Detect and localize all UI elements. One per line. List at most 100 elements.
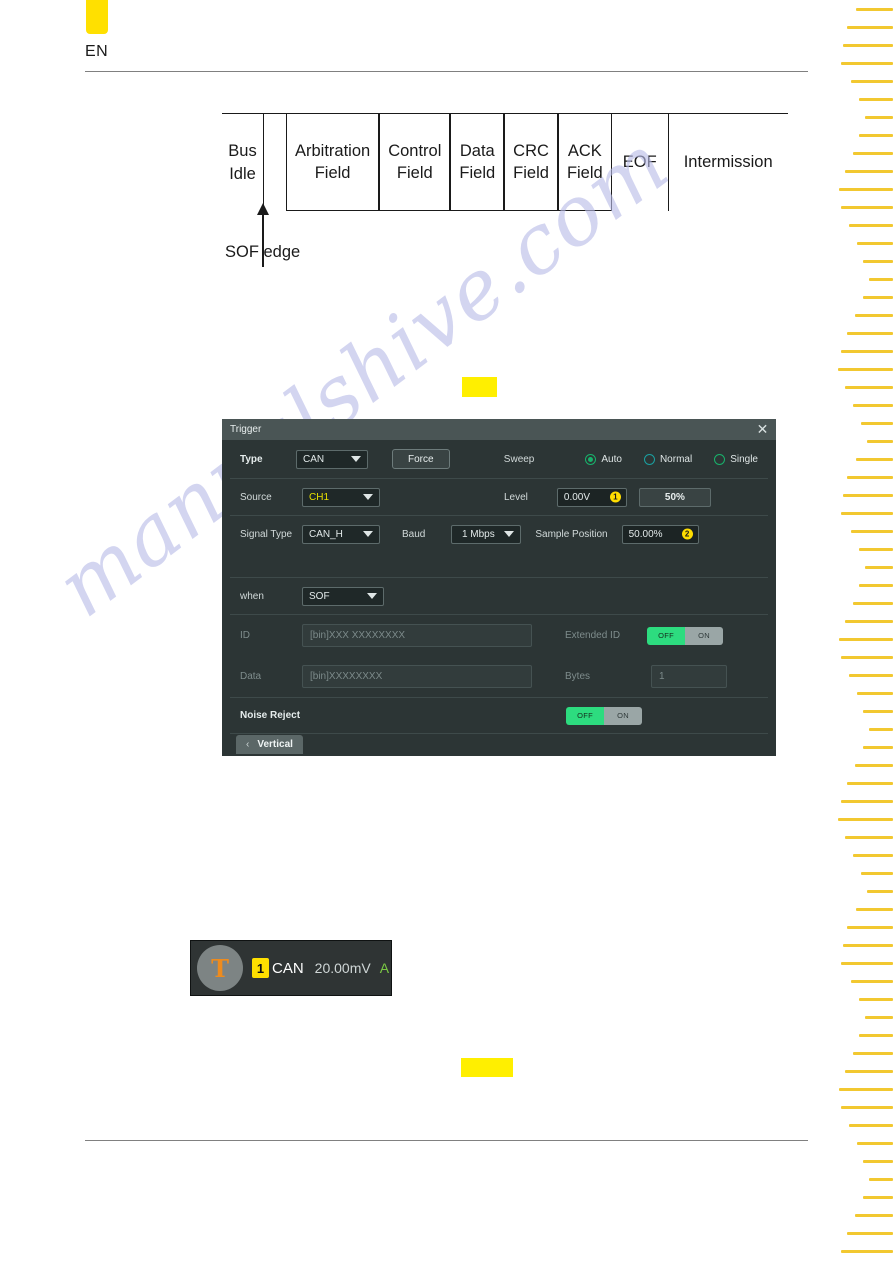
- vertical-scale-value: 20.00mV: [314, 960, 371, 976]
- level-50-percent-button[interactable]: 50%: [638, 487, 711, 507]
- force-button[interactable]: Force: [391, 449, 450, 469]
- ruler-dash: [841, 800, 893, 803]
- ruler-dash: [841, 1106, 893, 1109]
- ruler-dash: [851, 530, 893, 533]
- source-select[interactable]: CH1: [302, 487, 380, 507]
- level-input[interactable]: 0.00V 1: [556, 487, 627, 507]
- ruler-dash: [867, 890, 893, 893]
- noise-reject-toggle[interactable]: OFF ON: [566, 706, 643, 725]
- ruler-dash: [849, 1124, 893, 1127]
- ruler-dash: [865, 566, 893, 569]
- sweep-label: Sweep: [503, 453, 535, 465]
- ruler-dash: [845, 836, 893, 839]
- type-select[interactable]: CAN: [296, 449, 368, 469]
- ruler-dash: [867, 440, 893, 443]
- vertical-tab-button[interactable]: ‹ Vertical: [236, 735, 303, 754]
- header-divider: [85, 71, 808, 72]
- data-label: Data: [240, 671, 262, 682]
- ruler-dash: [861, 422, 893, 425]
- ruler-dash: [843, 44, 893, 47]
- type-label: Type: [240, 453, 263, 465]
- noise-reject-toggle-off[interactable]: OFF: [566, 706, 605, 725]
- ruler-dash: [859, 1034, 893, 1037]
- data-input[interactable]: [bin]XXXXXXXX: [302, 665, 532, 688]
- frame-cell-crc-field: CRC Field: [504, 113, 558, 211]
- sample-position-knob-badge: 2: [681, 528, 693, 540]
- ruler-dash: [843, 944, 893, 947]
- sample-position-input[interactable]: 50.00% 2: [621, 524, 699, 544]
- signal-type-select[interactable]: CAN_H: [302, 524, 380, 544]
- ruler-dash: [859, 134, 893, 137]
- when-select[interactable]: SOF: [302, 586, 384, 606]
- chevron-left-icon: ‹: [246, 739, 250, 750]
- ruler-dash: [839, 188, 893, 191]
- ruler-dash: [865, 116, 893, 119]
- coupling-indicator: A: [379, 960, 390, 976]
- type-select-value: CAN: [303, 453, 325, 465]
- frame-cell-line: Field: [513, 164, 549, 182]
- vertical-tab-label: Vertical: [257, 739, 293, 750]
- ruler-dash: [847, 332, 893, 335]
- ruler-dash: [869, 1178, 893, 1181]
- frame-cell-line: Control: [388, 141, 442, 160]
- ruler-dash: [857, 1142, 893, 1145]
- page-edge-ruler: [830, 0, 893, 1263]
- sample-position-label: Sample Position: [535, 528, 608, 540]
- bytes-value: 1: [659, 671, 665, 682]
- sweep-option-auto[interactable]: Auto: [585, 453, 622, 465]
- close-icon[interactable]: ✕: [756, 422, 769, 436]
- ruler-dash: [849, 674, 893, 677]
- sweep-option-single[interactable]: Single: [714, 453, 758, 465]
- id-input[interactable]: [bin]XXX XXXXXXXX: [302, 624, 532, 647]
- frame-cell-line: CRC: [513, 141, 549, 160]
- row-noise-reject: Noise Reject OFF ON: [222, 698, 776, 733]
- sweep-option-label: Normal: [659, 453, 693, 465]
- signal-type-label: Signal Type: [240, 528, 293, 540]
- bytes-label: Bytes: [565, 671, 591, 682]
- source-label: Source: [240, 491, 272, 503]
- row-vertical-tab: ‹ Vertical: [222, 734, 776, 755]
- row-id: ID [bin]XXX XXXXXXXX Extended ID OFF ON: [222, 615, 776, 656]
- ruler-dash: [856, 908, 893, 911]
- frame-cell-line: Field: [396, 164, 433, 182]
- frame-cell-control-field: Control Field: [379, 113, 451, 211]
- noise-reject-toggle-on[interactable]: ON: [604, 706, 643, 725]
- ruler-dash: [845, 170, 893, 173]
- ruler-dash: [857, 692, 893, 695]
- channel-indicator: 1: [252, 958, 269, 978]
- trigger-status-badge: T 1 CAN 20.00mV A: [190, 940, 392, 996]
- frame-cell-line: Field: [314, 164, 351, 182]
- ruler-dash: [855, 764, 893, 767]
- ruler-dash: [853, 1052, 893, 1055]
- ruler-dash: [863, 710, 893, 713]
- ruler-dash: [845, 1070, 893, 1073]
- baud-select[interactable]: 1 Mbps: [451, 524, 522, 544]
- frame-cell-line: ACK: [567, 141, 602, 160]
- language-label: EN: [85, 43, 109, 60]
- sweep-option-normal[interactable]: Normal: [643, 453, 693, 465]
- frame-gap: [264, 113, 286, 211]
- ruler-dash: [841, 350, 893, 353]
- highlight-mark-upper: [462, 377, 497, 397]
- ruler-dash: [847, 1232, 893, 1235]
- frame-cell-line: Data: [459, 141, 495, 160]
- frame-cell-line: Intermission: [683, 153, 773, 172]
- can-frame-diagram: Bus Idle Arbitration Field Control Field…: [222, 113, 788, 267]
- ruler-dash: [847, 26, 893, 29]
- ruler-dash: [869, 728, 893, 731]
- chevron-down-icon: [504, 531, 515, 537]
- extended-id-toggle-off[interactable]: OFF: [647, 626, 686, 645]
- bytes-input[interactable]: 1: [651, 665, 728, 688]
- ruler-dash: [847, 926, 893, 929]
- extended-id-toggle[interactable]: OFF ON: [647, 626, 724, 645]
- extended-id-toggle-on[interactable]: ON: [685, 626, 724, 645]
- ruler-dash: [859, 584, 893, 587]
- ruler-dash: [841, 656, 893, 659]
- ruler-dash: [863, 296, 893, 299]
- id-placeholder: [bin]XXX XXXXXXXX: [310, 630, 406, 641]
- ruler-dash: [841, 206, 893, 209]
- page-edge-tab: [86, 0, 108, 34]
- ruler-dash: [841, 62, 893, 65]
- ruler-dash: [861, 872, 893, 875]
- level-knob-badge: 1: [609, 491, 621, 503]
